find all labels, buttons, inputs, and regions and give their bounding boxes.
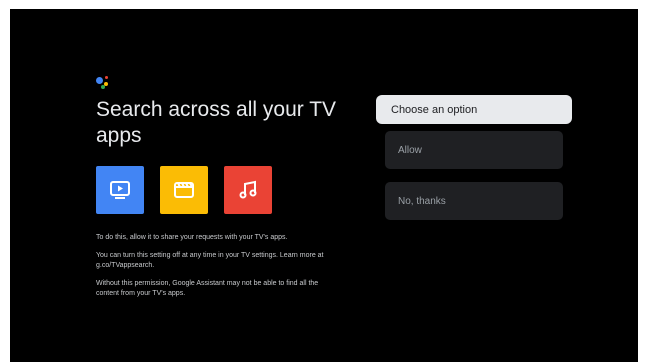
description-paragraph-2: You can turn this setting off at any tim… bbox=[96, 252, 324, 269]
music-app-tile bbox=[224, 166, 272, 214]
page-title: Search across all your TV apps bbox=[96, 98, 337, 147]
no-thanks-button[interactable]: No, thanks bbox=[385, 182, 563, 220]
permission-description: To do this, allow it to share your reque… bbox=[96, 233, 336, 307]
app-icon-row bbox=[96, 166, 272, 214]
music-note-icon bbox=[239, 180, 257, 199]
play-icon bbox=[110, 181, 130, 199]
assistant-dot-green bbox=[101, 85, 105, 89]
movies-app-tile bbox=[160, 166, 208, 214]
description-paragraph-1: To do this, allow it to share your reque… bbox=[96, 234, 288, 241]
google-assistant-logo-icon bbox=[96, 76, 114, 90]
option-list: Choose an option Allow No, thanks bbox=[376, 95, 572, 233]
description-paragraph-3: Without this permission, Google Assistan… bbox=[96, 280, 319, 297]
play-app-tile bbox=[96, 166, 144, 214]
choose-an-option-header: Choose an option bbox=[376, 95, 572, 124]
clapperboard-icon bbox=[174, 182, 194, 198]
assistant-dot-blue bbox=[96, 77, 103, 84]
tv-screen: Search across all your TV apps To do thi… bbox=[10, 9, 638, 362]
assistant-dot-red bbox=[105, 76, 108, 79]
allow-button[interactable]: Allow bbox=[385, 131, 563, 169]
